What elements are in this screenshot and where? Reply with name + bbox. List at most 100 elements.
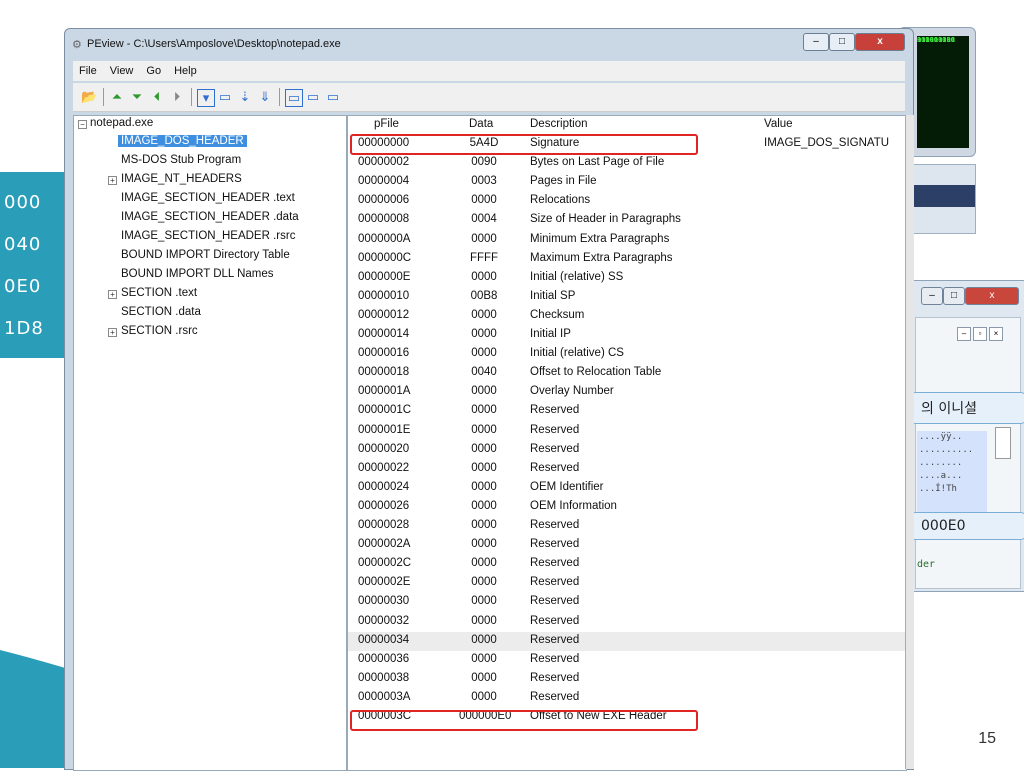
table-row[interactable]: 0000003A 0000 Reserved <box>348 689 906 708</box>
tree-item[interactable]: SECTION .text <box>121 287 197 299</box>
column-header-data[interactable]: Data <box>469 118 493 130</box>
close-button[interactable]: x <box>965 287 1019 305</box>
tree-item[interactable]: SECTION .data <box>121 306 201 318</box>
table-row[interactable]: 00000002 0090 Bytes on Last Page of File <box>348 154 906 173</box>
table-row[interactable]: 0000002E 0000 Reserved <box>348 574 906 593</box>
close-button[interactable]: x <box>855 33 905 51</box>
view-dword-icon[interactable]: ⇓ <box>257 89 273 105</box>
cell-description: Initial SP <box>530 289 576 302</box>
tree-item[interactable]: SECTION .rsrc <box>121 325 198 337</box>
close-icon[interactable]: × <box>989 327 1003 341</box>
first-icon[interactable]: ⏶ <box>109 89 125 105</box>
title-bar[interactable]: ⚙ PEview - C:\Users\Amposlove\Desktop\no… <box>65 29 913 59</box>
cell-data: 0000 <box>471 270 497 283</box>
tree-item[interactable]: BOUND IMPORT DLL Names <box>121 268 274 280</box>
tree-root[interactable]: notepad.exe <box>90 117 153 129</box>
table-row[interactable]: 00000018 0040 Offset to Relocation Table <box>348 364 906 383</box>
tree-item[interactable]: IMAGE_SECTION_HEADER .rsrc <box>121 230 295 242</box>
cell-description: Reserved <box>530 538 580 551</box>
table-row[interactable]: 0000001A 0000 Overlay Number <box>348 383 906 402</box>
tree-item[interactable]: BOUND IMPORT Directory Table <box>121 249 290 261</box>
table-row[interactable]: 00000004 0003 Pages in File <box>348 173 906 192</box>
cell-description: Reserved <box>530 442 580 455</box>
table-row[interactable]: 00000020 0000 Reserved <box>348 441 906 460</box>
minimize-button[interactable]: – <box>803 33 829 51</box>
cell-pfile: 0000001E <box>358 423 411 436</box>
cell-description: Relocations <box>530 194 591 207</box>
table-row[interactable]: 00000028 0000 Reserved <box>348 517 906 536</box>
table-row[interactable]: 00000022 0000 Reserved <box>348 460 906 479</box>
column-header-value[interactable]: Value <box>764 118 793 130</box>
table-row[interactable]: 0000001E 0000 Reserved <box>348 422 906 441</box>
menu-help[interactable]: Help <box>174 65 197 77</box>
tree-item[interactable]: IMAGE_SECTION_HEADER .text <box>121 192 295 204</box>
minimize-icon[interactable]: – <box>957 327 971 341</box>
collapse-icon[interactable]: − <box>78 120 87 129</box>
cell-description: Reserved <box>530 595 580 608</box>
cell-pfile: 00000024 <box>358 480 410 493</box>
table-row[interactable]: 00000008 0004 Size of Header in Paragraphs <box>348 211 906 230</box>
offset-label: 000 <box>4 192 42 213</box>
view-mode-3-icon[interactable]: ▭ <box>325 89 341 105</box>
view-mode-1-icon[interactable]: ▭ <box>285 89 303 107</box>
column-header-description[interactable]: Description <box>530 118 588 130</box>
view-byte-icon[interactable]: ▭ <box>217 89 233 105</box>
table-row[interactable]: 0000000C FFFF Maximum Extra Paragraphs <box>348 250 906 269</box>
cell-data: 0000 <box>471 194 497 207</box>
minimize-button[interactable]: – <box>921 287 943 305</box>
signature-highlight-box <box>350 134 698 155</box>
column-header-pfile[interactable]: pFile <box>374 118 399 130</box>
open-folder-icon[interactable]: 📂 <box>81 89 97 105</box>
table-row[interactable]: 00000036 0000 Reserved <box>348 651 906 670</box>
restore-icon[interactable]: ▫ <box>973 327 987 341</box>
menu-file[interactable]: File <box>79 65 97 77</box>
table-row[interactable]: 0000000A 0000 Minimum Extra Paragraphs <box>348 231 906 250</box>
scrollbar[interactable] <box>905 115 914 769</box>
table-row[interactable]: 00000010 00B8 Initial SP <box>348 288 906 307</box>
table-row[interactable]: 00000024 0000 OEM Identifier <box>348 479 906 498</box>
next-icon[interactable]: ⏷ <box>129 89 145 105</box>
cell-pfile: 0000002E <box>358 576 411 589</box>
table-row[interactable]: 00000032 0000 Reserved <box>348 613 906 632</box>
scrollbar-thumb[interactable] <box>995 427 1011 459</box>
maximize-button[interactable]: □ <box>943 287 965 305</box>
cell-description: Reserved <box>530 652 580 665</box>
table-row[interactable]: 00000030 0000 Reserved <box>348 593 906 612</box>
tree-item[interactable]: MS-DOS Stub Program <box>121 154 241 166</box>
cell-data: 0000 <box>471 423 497 436</box>
cell-pfile: 00000026 <box>358 499 410 512</box>
table-row[interactable]: 0000001C 0000 Reserved <box>348 402 906 421</box>
table-row[interactable]: 00000016 0000 Initial (relative) CS <box>348 345 906 364</box>
menu-view[interactable]: View <box>110 65 134 77</box>
tree-item[interactable]: IMAGE_DOS_HEADER <box>118 135 247 147</box>
offset-label: 1D8 <box>4 318 44 339</box>
cell-description: Initial IP <box>530 328 571 340</box>
view-word-icon[interactable]: ⇣ <box>237 89 253 105</box>
maximize-button[interactable]: □ <box>829 33 855 51</box>
menu-go[interactable]: Go <box>146 65 161 77</box>
table-row[interactable]: 0000002C 0000 Reserved <box>348 555 906 574</box>
table-row[interactable]: 00000026 0000 OEM Information <box>348 498 906 517</box>
table-row[interactable]: 0000000E 0000 Initial (relative) SS <box>348 269 906 288</box>
expand-icon[interactable]: + <box>108 328 117 337</box>
cell-data: 0000 <box>471 633 497 646</box>
last-icon[interactable]: ⏵ <box>169 89 185 105</box>
cell-data: 0000 <box>471 557 497 570</box>
view-mode-2-icon[interactable]: ▭ <box>305 89 321 105</box>
table-row[interactable]: 0000002A 0000 Reserved <box>348 536 906 555</box>
expand-icon[interactable]: + <box>108 176 117 185</box>
cell-pfile: 00000002 <box>358 156 410 169</box>
table-row[interactable]: 00000012 0000 Checksum <box>348 307 906 326</box>
tree-item[interactable]: IMAGE_NT_HEADERS <box>121 173 242 185</box>
expand-icon[interactable]: + <box>108 290 117 299</box>
prev-icon[interactable]: ⏴ <box>149 89 165 105</box>
cell-pfile: 0000001A <box>358 385 411 398</box>
table-row[interactable]: 00000038 0000 Reserved <box>348 670 906 689</box>
table-row[interactable]: 00000014 0000 Initial IP <box>348 326 906 345</box>
cell-data: 0000 <box>471 595 497 608</box>
view-hex-icon[interactable]: ▾ <box>197 89 215 107</box>
tree-item[interactable]: IMAGE_SECTION_HEADER .data <box>121 211 299 223</box>
cell-pfile: 00000020 <box>358 442 410 455</box>
table-row[interactable]: 00000006 0000 Relocations <box>348 192 906 211</box>
table-row[interactable]: 00000034 0000 Reserved <box>348 631 906 651</box>
